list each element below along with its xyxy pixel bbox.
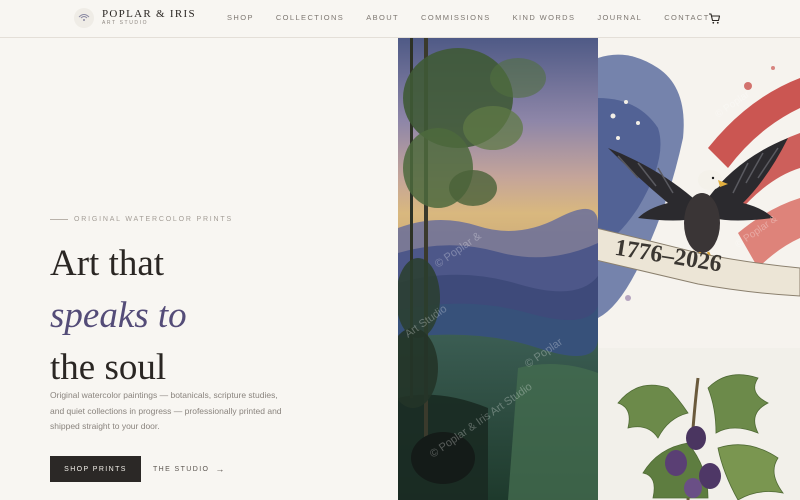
eyebrow-text: ORIGINAL WATERCOLOR PRINTS bbox=[74, 216, 233, 223]
headline-line-1: Art that bbox=[50, 243, 165, 284]
nav-item-shop[interactable]: SHOP bbox=[227, 13, 254, 22]
shop-prints-button[interactable]: SHOP PRINTS bbox=[50, 456, 141, 482]
brand-logo[interactable]: POPLAR & IRIS ART STUDIO bbox=[74, 8, 196, 28]
eyebrow-divider bbox=[50, 219, 68, 220]
cart-icon[interactable] bbox=[708, 12, 721, 25]
nav-item-journal[interactable]: JOURNAL bbox=[597, 13, 642, 22]
main-nav: SHOP COLLECTIONS ABOUT COMMISSIONS KIND … bbox=[227, 13, 732, 22]
site-header: POPLAR & IRIS ART STUDIO SHOP COLLECTION… bbox=[0, 0, 800, 38]
headline-line-3: the soul bbox=[50, 347, 167, 388]
studio-link[interactable]: THE STUDIO → bbox=[153, 464, 226, 474]
nav-item-about[interactable]: ABOUT bbox=[366, 13, 399, 22]
fig-painting[interactable] bbox=[598, 348, 800, 500]
nav-item-kind-words[interactable]: KIND WORDS bbox=[513, 13, 576, 22]
eagle-painting[interactable]: 1776–2026 © Poplar © Poplar & bbox=[598, 38, 800, 348]
hero-headline: Art that speaks to the soul bbox=[50, 238, 187, 394]
brand-subtitle: ART STUDIO bbox=[102, 20, 149, 26]
nav-item-commissions[interactable]: COMMISSIONS bbox=[421, 13, 491, 22]
hero-eyebrow: ORIGINAL WATERCOLOR PRINTS bbox=[50, 216, 233, 223]
brand-name: POPLAR & IRIS bbox=[102, 8, 196, 20]
headline-accent: speaks to bbox=[50, 295, 187, 336]
hero-description: Original watercolor paintings — botanica… bbox=[50, 390, 282, 431]
iris-mark-icon bbox=[74, 8, 94, 28]
nav-item-contact[interactable]: CONTACT bbox=[664, 13, 710, 22]
arrow-right-icon: → bbox=[215, 464, 226, 474]
nav-item-collections[interactable]: COLLECTIONS bbox=[276, 13, 344, 22]
landscape-painting[interactable]: Art Studio © Poplar & Iris Art Studio © … bbox=[398, 38, 598, 500]
studio-link-label: THE STUDIO bbox=[153, 465, 210, 473]
